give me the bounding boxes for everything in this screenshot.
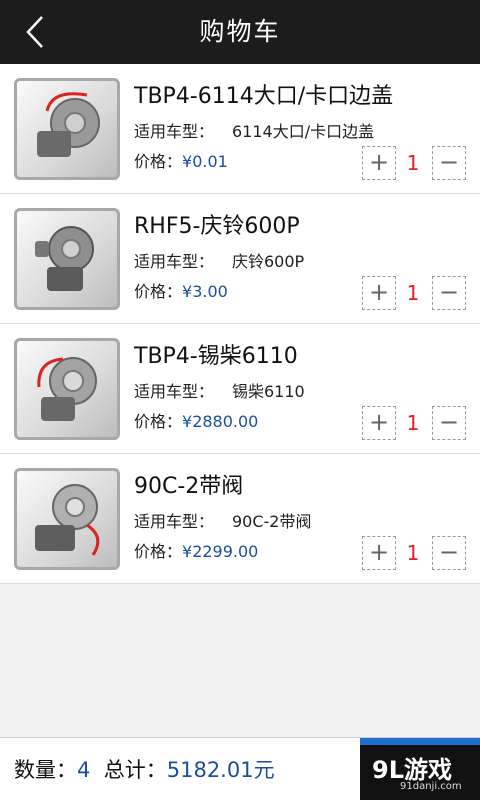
product-model: 适用车型： 锡柴6110: [134, 378, 305, 402]
watermark-logo: 9L游戏: [372, 756, 452, 784]
price-value: ¥2299.00: [182, 542, 259, 561]
product-model: 适用车型： 6114大口/卡口边盖: [134, 118, 374, 142]
model-value: 锡柴6110: [232, 382, 305, 401]
cart-footer: 数量：4 总计：5182.01元 9L游戏 91danji.com: [0, 737, 480, 800]
product-image: [14, 208, 120, 310]
total-value: 5182.01元: [166, 758, 275, 782]
product-image: [14, 338, 120, 440]
cart-summary: 数量：4 总计：5182.01元: [14, 754, 275, 784]
product-image: [14, 78, 120, 180]
price-value: ¥0.01: [182, 152, 228, 171]
quantity-value: 1: [406, 411, 420, 435]
count-label: 数量：: [14, 758, 77, 782]
product-image: [14, 468, 120, 570]
model-label: 适用车型：: [134, 512, 215, 531]
cart-item[interactable]: RHF5-庆铃600P 适用车型： 庆铃600P 价格：¥3.00 + 1 −: [0, 194, 480, 324]
product-price: 价格：¥2880.00: [134, 408, 258, 432]
increase-qty-button[interactable]: +: [362, 146, 396, 180]
model-value: 90C-2带阀: [232, 512, 312, 531]
cart-item[interactable]: 90C-2带阀 适用车型： 90C-2带阀 价格：¥2299.00 + 1 −: [0, 454, 480, 584]
price-label: 价格：: [134, 412, 183, 431]
product-name: TBP4-锡柴6110: [134, 344, 298, 369]
increase-qty-button[interactable]: +: [362, 406, 396, 440]
price-value: ¥2880.00: [182, 412, 259, 431]
model-value: 庆铃600P: [232, 252, 305, 271]
price-value: ¥3.00: [182, 282, 228, 301]
decrease-qty-button[interactable]: −: [432, 536, 466, 570]
increase-qty-button[interactable]: +: [362, 536, 396, 570]
quantity-value: 1: [406, 151, 420, 175]
decrease-qty-button[interactable]: −: [432, 406, 466, 440]
product-name: RHF5-庆铃600P: [134, 214, 300, 239]
watermark-url: 91danji.com: [400, 781, 462, 792]
decrease-qty-button[interactable]: −: [432, 146, 466, 180]
price-label: 价格：: [134, 152, 183, 171]
cart-item[interactable]: TBP4-6114大口/卡口边盖 适用车型： 6114大口/卡口边盖 价格：¥0.…: [0, 64, 480, 194]
turbocharger-icon: [35, 226, 94, 291]
product-name: 90C-2带阀: [134, 474, 244, 499]
product-price: 价格：¥0.01: [134, 148, 228, 172]
increase-qty-button[interactable]: +: [362, 276, 396, 310]
product-name: TBP4-6114大口/卡口边盖: [134, 84, 394, 109]
model-value: 6114大口/卡口边盖: [232, 122, 375, 141]
price-label: 价格：: [134, 542, 183, 561]
turbocharger-icon: [37, 92, 100, 157]
quantity-value: 1: [406, 541, 420, 565]
decrease-qty-button[interactable]: −: [432, 276, 466, 310]
price-label: 价格：: [134, 282, 183, 301]
quantity-value: 1: [406, 281, 420, 305]
checkout-accent-bar: [360, 738, 480, 745]
model-label: 适用车型：: [134, 252, 215, 271]
turbocharger-icon: [35, 484, 100, 556]
product-model: 适用车型： 90C-2带阀: [134, 508, 312, 532]
turbocharger-icon: [37, 357, 97, 421]
model-label: 适用车型：: [134, 122, 215, 141]
page-title: 购物车: [199, 17, 281, 46]
total-label: 总计：: [103, 758, 167, 782]
title-bar: 购物车: [0, 0, 480, 64]
cart-item[interactable]: TBP4-锡柴6110 适用车型： 锡柴6110 价格：¥2880.00 + 1 …: [0, 324, 480, 454]
product-price: 价格：¥2299.00: [134, 538, 258, 562]
model-label: 适用车型：: [134, 382, 215, 401]
product-price: 价格：¥3.00: [134, 278, 228, 302]
product-model: 适用车型： 庆铃600P: [134, 248, 304, 272]
count-value: 4: [77, 758, 91, 782]
cart-list: TBP4-6114大口/卡口边盖 适用车型： 6114大口/卡口边盖 价格：¥0.…: [0, 64, 480, 584]
